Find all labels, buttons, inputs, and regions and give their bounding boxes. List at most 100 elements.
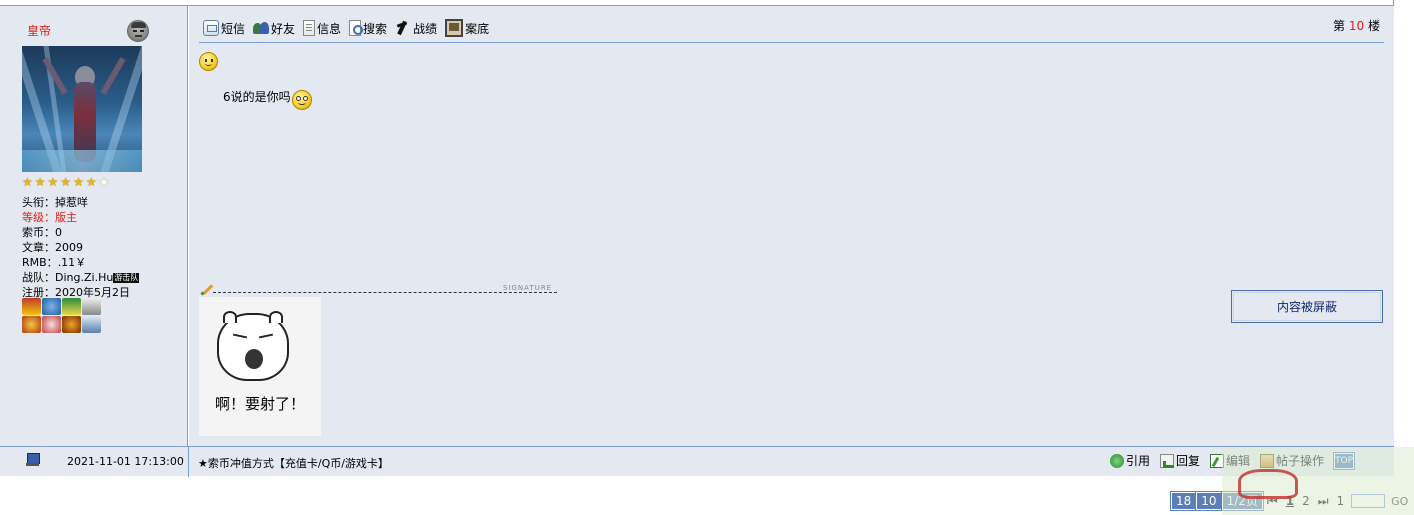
- last-page-button[interactable]: ⏭: [1314, 494, 1333, 509]
- post-content: 6说的是你吗: [223, 82, 312, 110]
- star-filled-icon: ★: [73, 175, 84, 189]
- star-filled-icon: ★: [22, 175, 33, 189]
- first-page-button[interactable]: ⏮: [1263, 494, 1282, 509]
- toolbar-message[interactable]: 短信: [203, 20, 245, 37]
- blocked-text: 内容被屏蔽: [1276, 300, 1337, 314]
- info-value: 0: [55, 226, 62, 239]
- toolbar-info[interactable]: 信息: [303, 20, 341, 37]
- per-page: 10: [1195, 491, 1223, 511]
- page-link[interactable]: 2: [1298, 494, 1314, 508]
- author-column: 皇帝 ★ ★ ★ ★ ★ ★ ★ 头衔：掉惹咩 等级：版主 索币：0 文章：2009 RMB：.11…: [0, 6, 188, 446]
- smile-emoticon-icon: [199, 52, 218, 71]
- back-to-top-button[interactable]: TOP: [1333, 451, 1356, 470]
- jump-page-value: 1: [1336, 494, 1345, 508]
- info-value: 2009: [55, 241, 83, 254]
- edit-button[interactable]: 编辑: [1210, 452, 1250, 469]
- author-info: 头衔：掉惹咩 等级：版主 索币：0 文章：2009 RMB：.11￥ 战队：Ding.Zi…: [22, 195, 140, 300]
- message-icon: [203, 20, 219, 36]
- toolbar-label: 战绩: [413, 21, 438, 36]
- blocked-content-box[interactable]: 内容被屏蔽: [1231, 290, 1383, 323]
- medal-icon: [82, 316, 101, 333]
- star-filled-icon: ★: [34, 175, 46, 189]
- action-label: 帖子操作: [1276, 454, 1325, 468]
- post-text: 6说的是你吗: [223, 89, 291, 104]
- medal-icon: [42, 298, 61, 315]
- info-value: 掉惹咩: [55, 196, 88, 209]
- post-actions: 引用 回复 编辑 帖子操作 TOP: [1110, 451, 1356, 470]
- star-filled-icon: ★: [60, 175, 72, 189]
- toolbar-friends[interactable]: 好友: [253, 20, 295, 37]
- info-value: 版主: [55, 211, 77, 224]
- medals: [22, 298, 104, 333]
- pencil-icon: [201, 283, 213, 295]
- action-label: 编辑: [1226, 454, 1251, 468]
- page-info: 1/2页: [1220, 491, 1264, 511]
- author-info-row: 头衔：掉惹咩: [22, 195, 139, 210]
- signature-image: 啊！要射了！: [199, 297, 321, 436]
- toolbar-label: 搜索: [363, 21, 388, 36]
- medal-icon: [22, 298, 41, 315]
- computer-icon[interactable]: [26, 453, 40, 467]
- info-label: 文章：: [22, 241, 55, 254]
- friends-icon: [253, 20, 270, 36]
- footer-divider: [188, 447, 189, 477]
- signature-divider: [213, 292, 557, 293]
- toolbar-record[interactable]: 战绩: [395, 20, 437, 37]
- floor-prefix: 第: [1333, 19, 1346, 33]
- toolbar-case[interactable]: 案底: [445, 19, 489, 37]
- pagination: 18 10 1/2页 ⏮ 1 2 ⏭ 1 GO: [1169, 491, 1411, 511]
- toolbar-label: 短信: [221, 21, 246, 36]
- online-status-icon: [127, 20, 149, 42]
- author-info-row: 文章：2009: [22, 240, 139, 255]
- star-filled-icon: ★: [47, 175, 59, 189]
- info-label: 战队：: [22, 271, 55, 284]
- floor-suffix: 楼: [1367, 19, 1380, 33]
- info-label: 头衔：: [22, 196, 55, 209]
- post-footer: 2021-11-01 17:13:00 ★索币冲值方式【充值卡/Q币/游戏卡】 …: [0, 446, 1394, 477]
- page-link[interactable]: 1: [1282, 494, 1298, 508]
- star-filled-icon: ★: [85, 175, 97, 189]
- author-avatar[interactable]: [22, 46, 142, 172]
- go-button[interactable]: GO: [1388, 495, 1411, 508]
- floor-value: 10: [1348, 19, 1365, 33]
- signature-caption: 啊！要射了！: [214, 395, 305, 413]
- case-icon: [445, 19, 464, 37]
- info-label: RMB：: [22, 256, 58, 269]
- star-empty-icon: ★: [98, 175, 110, 189]
- author-name[interactable]: 皇帝: [27, 22, 51, 39]
- medal-icon: [42, 316, 61, 333]
- reply-button[interactable]: 回复: [1160, 452, 1200, 469]
- quote-icon: [1110, 453, 1124, 468]
- search-icon: [349, 20, 364, 36]
- user-toolbar: 短信 好友 信息 搜索 战绩 案底: [203, 19, 489, 37]
- post-body: 短信 好友 信息 搜索 战绩 案底 第 10 楼 6说的是你吗 SIGNATUR…: [189, 6, 1394, 446]
- post-ops-icon: [1260, 453, 1275, 468]
- thinking-emoticon-icon: [291, 90, 312, 110]
- medal-icon: [22, 316, 41, 333]
- jump-page-input[interactable]: [1351, 494, 1386, 508]
- toolbar-label: 好友: [271, 21, 296, 36]
- author-info-row: 索币：0: [22, 225, 139, 240]
- info-label: 等级：: [22, 211, 55, 224]
- toolbar-label: 信息: [317, 21, 342, 36]
- floor-number: 第 10 楼: [1333, 17, 1380, 34]
- header-divider: [199, 42, 1384, 43]
- post-time: 2021-11-01 17:13:00: [67, 455, 184, 468]
- recharge-link[interactable]: ★索币冲值方式【充值卡/Q币/游戏卡】: [198, 455, 389, 471]
- reply-icon: [1160, 453, 1175, 468]
- action-label: 引用: [1126, 454, 1151, 468]
- medal-icon: [62, 316, 81, 333]
- quote-button[interactable]: 引用: [1110, 452, 1150, 469]
- info-label: 索币：: [22, 226, 55, 239]
- post-ops-button[interactable]: 帖子操作: [1260, 452, 1324, 469]
- info-icon: [303, 20, 316, 36]
- total-posts: 18: [1169, 491, 1198, 511]
- action-label: 回复: [1176, 454, 1201, 468]
- team-tag: 游击队: [113, 273, 140, 283]
- toolbar-label: 案底: [465, 21, 490, 36]
- record-icon: [395, 20, 411, 36]
- info-value: .11￥: [57, 256, 87, 269]
- author-info-row: 等级：版主: [22, 210, 139, 225]
- info-value: Ding.Zi.Hu: [55, 271, 114, 284]
- toolbar-search[interactable]: 搜索: [349, 20, 387, 37]
